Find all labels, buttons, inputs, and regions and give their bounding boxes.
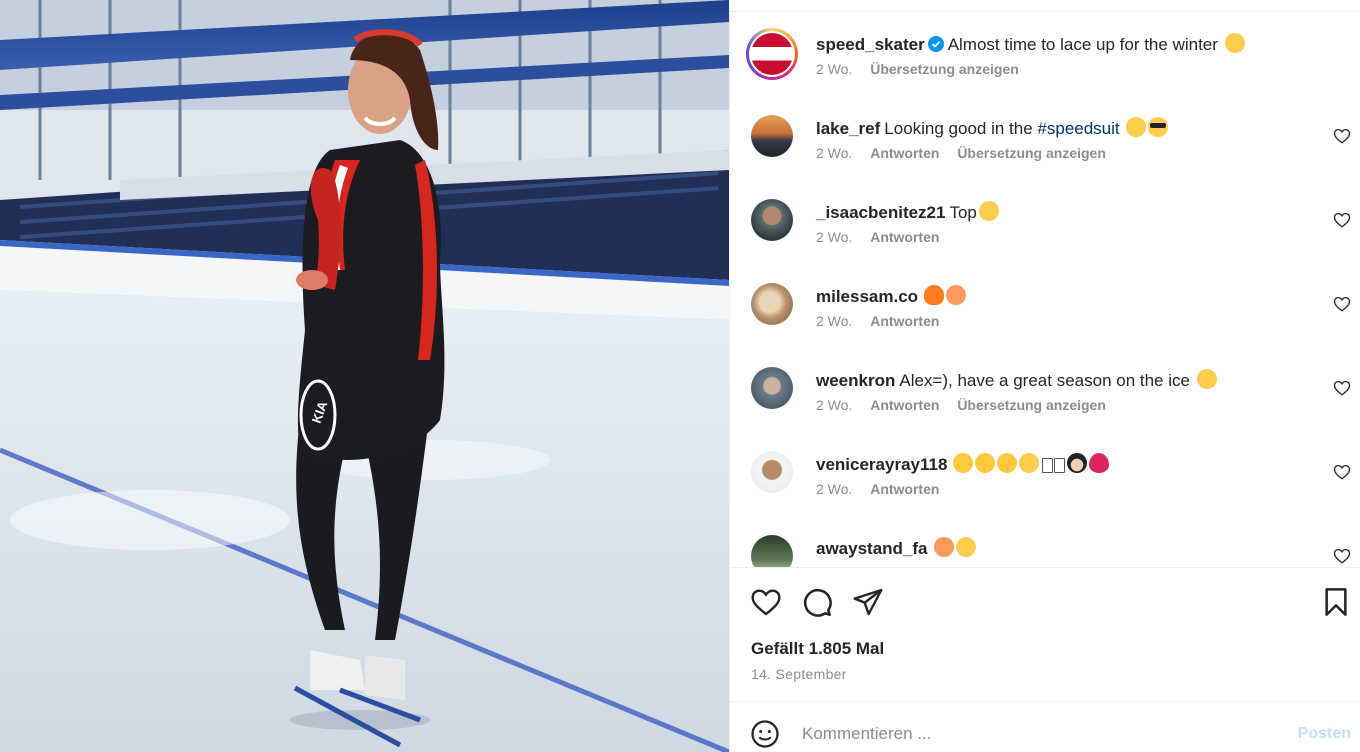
comment-row: milessam.co 2 Wo. Antworten: [730, 283, 1360, 369]
caption-age: 2 Wo.: [816, 61, 853, 77]
caption-translate-link[interactable]: Übersetzung anzeigen: [870, 61, 1019, 77]
comment-age: 2 Wo.: [816, 229, 853, 245]
post-date[interactable]: 14. September: [751, 666, 847, 682]
heart-emoji: [1089, 453, 1110, 473]
like-comment-heart-icon[interactable]: [1333, 127, 1351, 145]
post-actions-bar: Gefällt 1.805 Mal 14. September: [730, 567, 1360, 701]
clap-emoji: [953, 453, 974, 473]
clap-emoji: [997, 453, 1018, 473]
fire-emoji: [924, 285, 945, 305]
comment-icon[interactable]: [801, 586, 833, 618]
reply-link[interactable]: Antworten: [870, 145, 939, 161]
comment-row: lake_ref Looking good in the #speedsuit 2…: [730, 115, 1360, 201]
comment-username[interactable]: lake_ref: [816, 119, 880, 138]
speed-skater-photo: KIA: [0, 0, 729, 752]
caption-text: Almost time to lace up for the winter: [947, 35, 1218, 54]
avatar[interactable]: [751, 535, 793, 567]
avatar[interactable]: [751, 283, 793, 325]
comment-age: 2 Wo.: [816, 481, 853, 497]
kiss-emoji: [978, 201, 999, 221]
peach-emoji: [946, 285, 967, 305]
heart-icon[interactable]: [750, 586, 782, 618]
smirk-emoji: [1126, 117, 1147, 137]
emoji-smile-icon[interactable]: [750, 719, 780, 749]
comment-username[interactable]: awaystand_fa: [816, 539, 928, 558]
reply-link[interactable]: Antworten: [870, 313, 939, 329]
comment-row: weenkron Alex=), have a great season on t…: [730, 367, 1360, 453]
comment-age: 2 Wo.: [816, 397, 853, 413]
unknown-glyph: [1054, 458, 1066, 473]
avatar[interactable]: [751, 367, 793, 409]
comment-age: 2 Wo.: [816, 313, 853, 329]
comment-input[interactable]: [802, 720, 1262, 748]
comment-row: venicerayray118 2 Wo. Antworten: [730, 451, 1360, 537]
like-comment-heart-icon[interactable]: [1333, 379, 1351, 397]
comment-text: Top: [949, 203, 977, 222]
comment-username[interactable]: milessam.co: [816, 287, 918, 306]
comment-text: Alex=), have a great season on the ice: [899, 371, 1190, 390]
reply-link[interactable]: Antworten: [870, 229, 939, 245]
sunglasses-emoji: [1148, 117, 1169, 137]
peach-emoji: [933, 537, 954, 557]
like-comment-heart-icon[interactable]: [1333, 211, 1351, 229]
post-detail-panel: speed_skater Almost time to lace up for t…: [729, 0, 1360, 752]
woman-emoji: [1067, 453, 1088, 473]
comment-compose-bar: Posten: [730, 701, 1360, 752]
avatar[interactable]: [751, 451, 793, 493]
avatar[interactable]: [751, 199, 793, 241]
hearts-face-emoji: [1196, 369, 1217, 389]
caption-username[interactable]: speed_skater: [816, 35, 925, 54]
like-comment-heart-icon[interactable]: [1333, 295, 1351, 313]
caption-row: speed_skater Almost time to lace up for t…: [730, 28, 1360, 117]
avatar[interactable]: [751, 115, 793, 157]
comment-row: awaystand_fa: [730, 535, 1360, 567]
comment-age: 2 Wo.: [816, 145, 853, 161]
like-comment-heart-icon[interactable]: [1333, 547, 1351, 565]
hearts-face-emoji: [1224, 33, 1245, 53]
translate-link[interactable]: Übersetzung anzeigen: [957, 145, 1106, 161]
comment-text: Looking good in the: [884, 119, 1038, 138]
panel-top-divider: [730, 0, 1360, 12]
likes-count[interactable]: Gefällt 1.805 Mal: [751, 639, 884, 659]
share-icon[interactable]: [852, 586, 884, 618]
reply-link[interactable]: Antworten: [870, 481, 939, 497]
verified-badge-icon: [927, 36, 944, 52]
comment-row: _isaacbenitez21 Top 2 Wo. Antworten: [730, 199, 1360, 285]
flushed-emoji: [1019, 453, 1040, 473]
comments-list[interactable]: speed_skater Almost time to lace up for t…: [730, 12, 1360, 567]
smirk-emoji: [955, 537, 976, 557]
hashtag-link[interactable]: #speedsuit: [1037, 119, 1119, 138]
avatar: [751, 33, 793, 75]
post-comment-button[interactable]: Posten: [1298, 725, 1351, 743]
like-comment-heart-icon[interactable]: [1333, 463, 1351, 481]
comment-username[interactable]: _isaacbenitez21: [816, 203, 945, 222]
bookmark-icon[interactable]: [1320, 586, 1352, 618]
reply-link[interactable]: Antworten: [870, 397, 939, 413]
translate-link[interactable]: Übersetzung anzeigen: [957, 397, 1106, 413]
comment-username[interactable]: weenkron: [816, 371, 895, 390]
clap-emoji: [975, 453, 996, 473]
post-photo[interactable]: KIA: [0, 0, 729, 752]
comment-username[interactable]: venicerayray118: [816, 455, 947, 474]
story-ring-avatar[interactable]: [746, 28, 798, 80]
unknown-glyph: [1042, 458, 1054, 473]
